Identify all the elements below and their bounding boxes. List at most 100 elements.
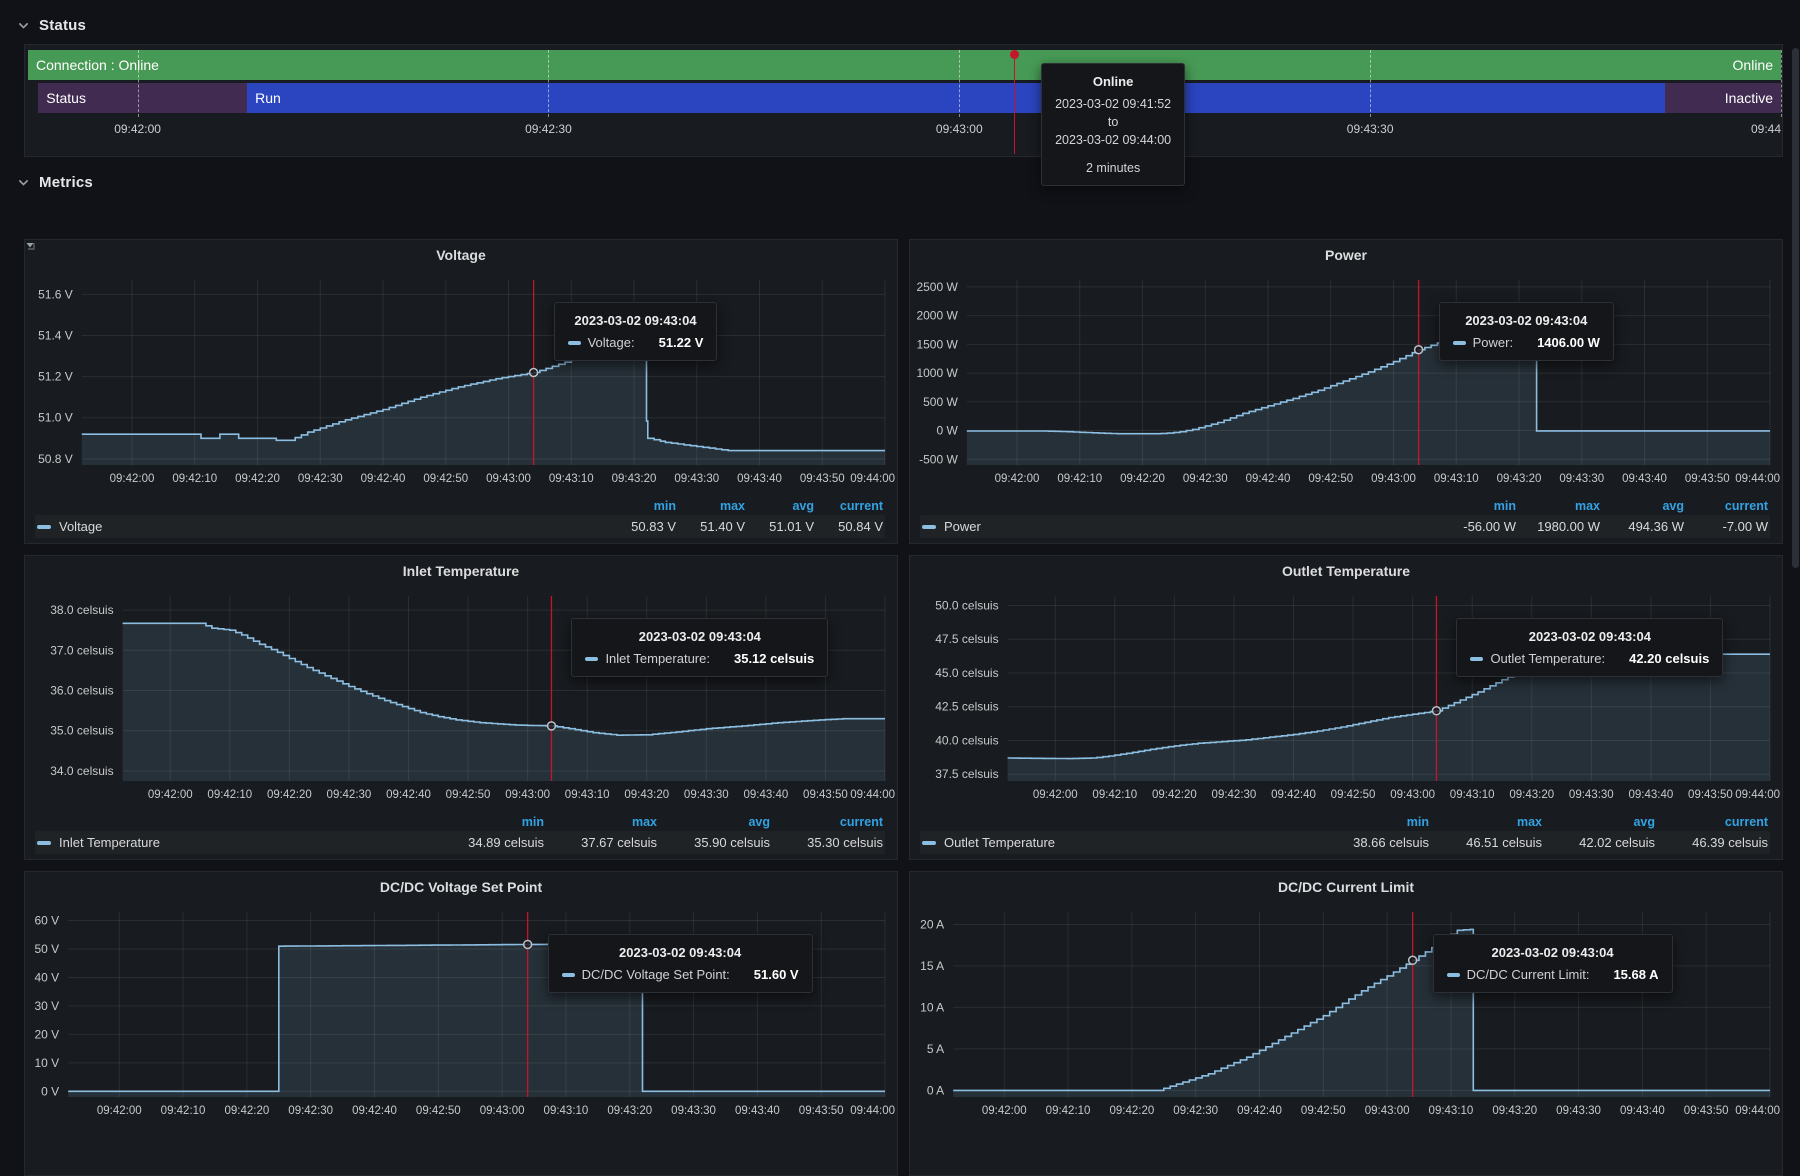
scrollbar-thumb[interactable] xyxy=(1792,48,1799,568)
svg-text:40.0 celsuis: 40.0 celsuis xyxy=(935,733,998,747)
legend-stat-value-min: 50.83 V xyxy=(609,515,678,538)
svg-text:09:43:50: 09:43:50 xyxy=(1688,789,1733,801)
chart-canvas-dcdc-current-limit[interactable]: 20 A15 A10 A5 A0 A09:42:0009:42:1009:42:… xyxy=(910,872,1783,1176)
svg-text:09:42:10: 09:42:10 xyxy=(1092,789,1137,801)
svg-text:10 V: 10 V xyxy=(35,1056,60,1070)
legend-stat-header-min[interactable]: min xyxy=(609,497,678,515)
svg-text:09:43:30: 09:43:30 xyxy=(1559,473,1604,485)
legend-stat-header-max[interactable]: max xyxy=(546,813,659,831)
panel-resize-handle-icon[interactable] xyxy=(25,240,35,250)
svg-text:09:43:10: 09:43:10 xyxy=(544,1105,589,1117)
series-swatch xyxy=(1447,973,1460,977)
legend-series-name[interactable]: Outlet Temperature xyxy=(944,835,1055,850)
chart-canvas-dcdc-voltage-set-point[interactable]: 60 V50 V40 V30 V20 V10 V0 V09:42:0009:42… xyxy=(25,872,898,1176)
legend-stat-header-avg[interactable]: avg xyxy=(1602,497,1686,515)
legend-stat-header-avg[interactable]: avg xyxy=(747,497,816,515)
timeline-segment-label: Connection : Online xyxy=(28,57,167,73)
section-header-status[interactable]: Status xyxy=(0,6,1800,44)
timeline-segment[interactable]: Run xyxy=(247,83,1664,113)
series-swatch xyxy=(1453,341,1466,345)
legend-series-toggle[interactable]: Voltage xyxy=(35,515,609,538)
page-scrollbar[interactable] xyxy=(1792,0,1799,1042)
legend-series-toggle[interactable]: Power xyxy=(920,515,1434,538)
svg-text:09:43:00: 09:43:00 xyxy=(486,473,531,485)
panel-legend-outlet-temperature: minmaxavgcurrent Outlet Temperature 38.66 … xyxy=(920,813,1770,854)
tooltip-time: 2023-03-02 09:43:04 xyxy=(1470,629,1709,644)
svg-text:0 W: 0 W xyxy=(936,424,958,438)
svg-text:09:42:20: 09:42:20 xyxy=(1109,1105,1154,1117)
tooltip-series-row: Inlet Temperature:35.12 celsuis xyxy=(585,651,814,666)
status-tooltip-from: 2023-03-02 09:41:52 xyxy=(1055,95,1171,113)
legend-series-swatch xyxy=(37,525,51,529)
svg-text:09:43:00: 09:43:00 xyxy=(480,1105,525,1117)
svg-text:09:43:40: 09:43:40 xyxy=(1628,789,1673,801)
timeline-axis-label: 09:43:00 xyxy=(936,122,983,136)
legend-series-toggle[interactable]: Inlet Temperature xyxy=(35,831,433,854)
svg-text:09:43:30: 09:43:30 xyxy=(671,1105,716,1117)
svg-text:51.2 V: 51.2 V xyxy=(38,370,73,384)
panel-legend-power: minmaxavgcurrentPower-56.00 W1980.00 W49… xyxy=(920,497,1770,538)
tooltip-series-row: Outlet Temperature:42.20 celsuis xyxy=(1470,651,1709,666)
svg-text:09:43:30: 09:43:30 xyxy=(1556,1105,1601,1117)
svg-text:09:44:00: 09:44:00 xyxy=(850,1105,895,1117)
status-timeline-plot[interactable]: Connection : OnlineOnlineStatusRun Inacti… xyxy=(28,50,1779,153)
svg-text:09:42:50: 09:42:50 xyxy=(1308,473,1353,485)
svg-text:09:42:30: 09:42:30 xyxy=(1183,473,1228,485)
svg-text:09:43:30: 09:43:30 xyxy=(674,473,719,485)
tooltip-series-value: 35.12 celsuis xyxy=(734,651,814,666)
svg-text:51.0 V: 51.0 V xyxy=(38,411,73,425)
legend-stat-header-current[interactable]: current xyxy=(772,813,885,831)
legend-stats-header: minmaxavgcurrent xyxy=(920,497,1770,515)
status-tooltip-to: 2023-03-02 09:44:00 xyxy=(1055,131,1171,149)
legend-stat-header-max[interactable]: max xyxy=(678,497,747,515)
svg-text:09:42:30: 09:42:30 xyxy=(1173,1105,1218,1117)
svg-text:09:42:20: 09:42:20 xyxy=(224,1105,269,1117)
svg-text:09:43:20: 09:43:20 xyxy=(1497,473,1542,485)
hover-point-marker xyxy=(524,940,532,948)
timeline-segment[interactable]: Connection : OnlineOnline xyxy=(28,50,1781,80)
legend-stat-header-current[interactable]: current xyxy=(1686,497,1770,515)
hover-point-marker xyxy=(1432,707,1440,715)
svg-text:09:42:10: 09:42:10 xyxy=(1057,473,1102,485)
svg-text:09:43:40: 09:43:40 xyxy=(735,1105,780,1117)
legend-stat-header-avg[interactable]: avg xyxy=(659,813,772,831)
chart-tooltip-dcdc-voltage-set-point: 2023-03-02 09:43:04DC/DC Voltage Set Poi… xyxy=(548,934,813,993)
svg-text:09:43:50: 09:43:50 xyxy=(803,789,848,801)
legend-series-name[interactable]: Inlet Temperature xyxy=(59,835,160,850)
svg-text:09:43:00: 09:43:00 xyxy=(1371,473,1416,485)
timeline-gridline xyxy=(959,50,960,117)
hover-point-marker xyxy=(1409,956,1417,964)
legend-stat-value-min: 38.66 celsuis xyxy=(1318,831,1431,854)
series-swatch xyxy=(562,973,575,977)
legend-stat-header-min[interactable]: min xyxy=(1318,813,1431,831)
legend-series-name[interactable]: Power xyxy=(944,519,981,534)
legend-stat-value-current: 46.39 celsuis xyxy=(1657,831,1770,854)
tooltip-series-label: Voltage: xyxy=(588,335,635,350)
timeline-segment-label: Run xyxy=(247,90,289,106)
svg-text:09:44:00: 09:44:00 xyxy=(1735,473,1780,485)
legend-stat-header-max[interactable]: max xyxy=(1518,497,1602,515)
svg-text:09:43:40: 09:43:40 xyxy=(737,473,782,485)
legend-series-name[interactable]: Voltage xyxy=(59,519,102,534)
panel-legend-inlet-temperature: minmaxavgcurrentInlet Temperature34.89 c… xyxy=(35,813,885,854)
legend-series-toggle[interactable]: Outlet Temperature xyxy=(920,831,1318,854)
section-header-metrics[interactable]: Metrics xyxy=(0,157,1800,207)
legend-stat-header-current[interactable]: current xyxy=(1657,813,1770,831)
legend-stat-header-min[interactable]: min xyxy=(433,813,546,831)
tooltip-series-row: DC/DC Voltage Set Point:51.60 V xyxy=(562,967,799,982)
timeline-segment[interactable]: Inactive xyxy=(1665,83,1781,113)
legend-stats-header: minmaxavgcurrent xyxy=(35,813,885,831)
svg-text:09:43:20: 09:43:20 xyxy=(1492,1105,1537,1117)
status-tooltip-joiner: to xyxy=(1055,113,1171,131)
legend-stat-value-max: 46.51 celsuis xyxy=(1431,831,1544,854)
hover-point-marker xyxy=(547,722,555,730)
legend-stat-header-min[interactable]: min xyxy=(1434,497,1518,515)
legend-stat-header-current[interactable]: current xyxy=(816,497,885,515)
timeline-segment[interactable]: Status xyxy=(38,83,247,113)
svg-text:09:42:50: 09:42:50 xyxy=(1301,1105,1346,1117)
legend-stat-header-max[interactable]: max xyxy=(1431,813,1544,831)
legend-stat-header-avg[interactable]: avg xyxy=(1544,813,1657,831)
svg-text:09:43:20: 09:43:20 xyxy=(624,789,669,801)
timeline-row-status: StatusRun Inactive xyxy=(28,83,1779,113)
svg-text:37.0 celsuis: 37.0 celsuis xyxy=(50,643,113,657)
